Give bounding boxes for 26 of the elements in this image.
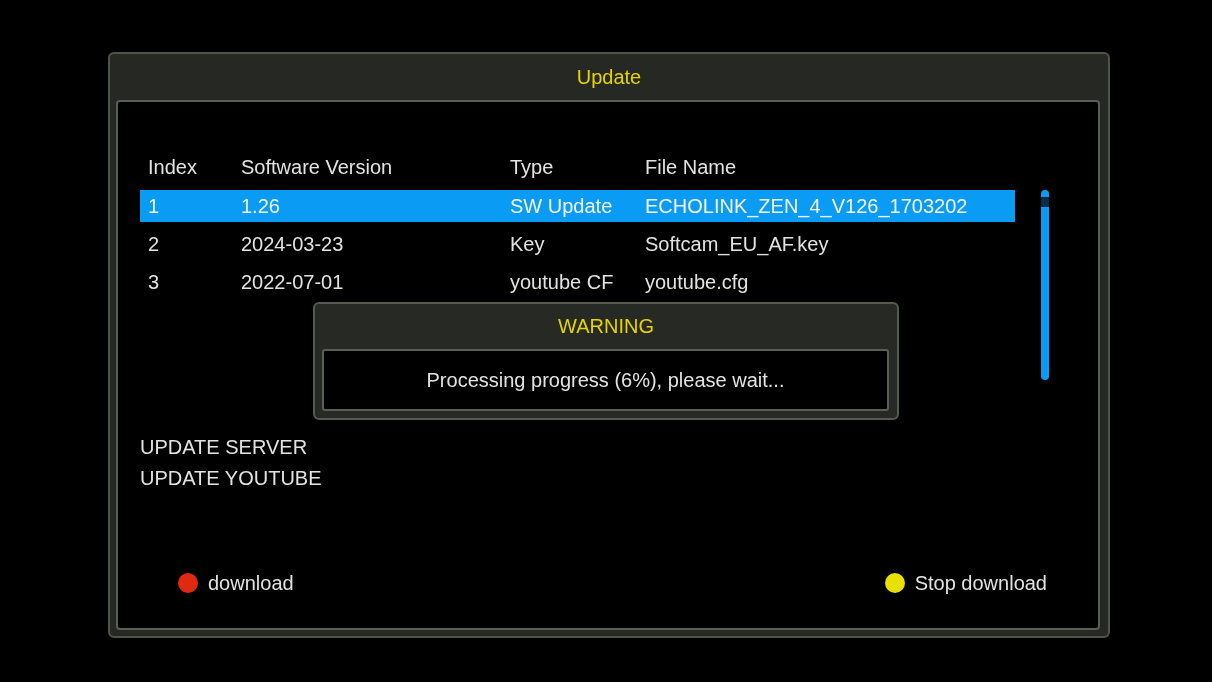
- dialog-title: WARNING: [558, 315, 654, 338]
- column-header: Type: [510, 155, 555, 179]
- table-cell-text: youtube.cfg: [645, 270, 750, 294]
- dialog-message: Processing progress (6%), please wait...: [426, 368, 785, 392]
- table-cell-text: SW Update: [510, 194, 614, 218]
- column-header: File Name: [645, 155, 738, 179]
- scrollbar[interactable]: [1040, 190, 1050, 380]
- table-cell-text: 2022-07-01: [241, 270, 345, 294]
- window-title: Update: [576, 65, 642, 89]
- table-cell-text: 2024-03-23: [241, 232, 345, 256]
- table-cell-text: ECHOLINK_ZEN_4_V126_1703202: [645, 194, 969, 218]
- table-row[interactable]: 2 2024-03-23 Key Softcam_EU_AF.key: [140, 228, 1015, 260]
- key-hint: Stop download: [914, 571, 1047, 595]
- table-cell-text: 2: [147, 232, 161, 256]
- key-hint: download: [208, 571, 294, 595]
- table-row[interactable]: 3 2022-07-01 youtube CF youtube.cfg: [140, 266, 1015, 298]
- column-header: Index: [147, 155, 198, 179]
- menu-entry[interactable]: UPDATE YOUTUBE: [140, 463, 322, 494]
- table-cell-text: 3: [147, 270, 161, 294]
- table-cell-text: youtube CF: [510, 270, 615, 294]
- table-cell-text: 1: [147, 194, 161, 218]
- table-cell-text: Key: [510, 232, 546, 256]
- menu-entry[interactable]: UPDATE SERVER: [140, 432, 308, 463]
- table-cell-text: 1.26: [241, 194, 281, 218]
- column-header: Software Version: [241, 155, 394, 179]
- table-cell-text: Softcam_EU_AF.key: [645, 232, 830, 256]
